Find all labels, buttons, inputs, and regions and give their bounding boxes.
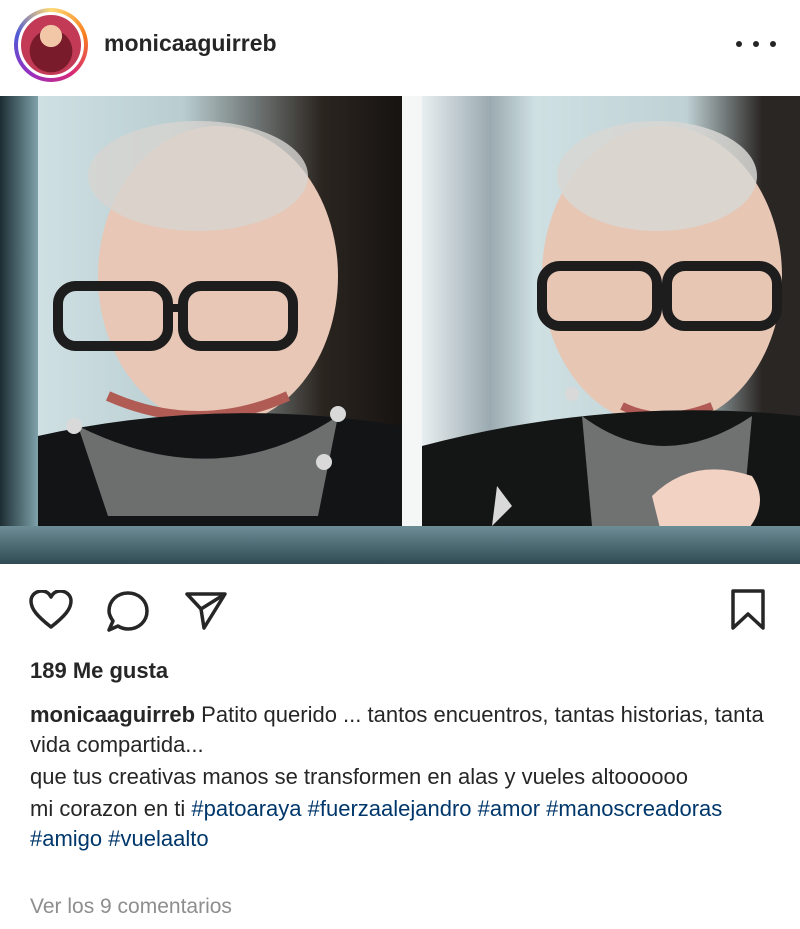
likes-count[interactable]: 189 Me gusta	[30, 658, 168, 684]
avatar-story-ring[interactable]	[14, 8, 88, 82]
man-portrait-right	[422, 121, 800, 536]
post-username[interactable]: monicaaguirreb	[104, 30, 277, 57]
image-panel-right	[422, 96, 800, 536]
more-options-icon[interactable]	[736, 34, 776, 54]
caption-text: que tus creativas manos se transformen e…	[30, 764, 688, 789]
hashtag[interactable]: #manoscreadoras	[546, 796, 722, 821]
hashtag[interactable]: #vuelaalto	[108, 826, 208, 851]
image-panel-left	[38, 96, 402, 536]
hashtag[interactable]: #fuerzaalejandro	[308, 796, 472, 821]
bookmark-icon[interactable]	[728, 588, 768, 637]
image-bottom-edge	[0, 526, 800, 564]
avatar[interactable]	[18, 12, 84, 78]
more-dot	[736, 41, 742, 47]
man-portrait-left	[38, 121, 402, 536]
more-dot	[770, 41, 776, 47]
heart-icon[interactable]	[28, 589, 74, 635]
caption-username[interactable]: monicaaguirreb	[30, 702, 195, 727]
hashtag[interactable]: #patoaraya	[191, 796, 301, 821]
view-comments-link[interactable]: Ver los 9 comentarios	[30, 895, 232, 919]
post-image[interactable]	[0, 96, 800, 564]
send-icon[interactable]	[184, 590, 228, 637]
hashtag[interactable]: #amor	[478, 796, 540, 821]
post-header: monicaaguirreb	[0, 0, 800, 96]
caption-text: mi corazon en ti	[30, 796, 186, 821]
more-dot	[753, 41, 759, 47]
comment-icon[interactable]	[106, 590, 150, 637]
post-caption: monicaaguirreb Patito querido ... tantos…	[30, 700, 770, 854]
image-divider	[402, 96, 422, 564]
hashtag[interactable]: #amigo	[30, 826, 102, 851]
image-left-edge	[0, 96, 38, 564]
